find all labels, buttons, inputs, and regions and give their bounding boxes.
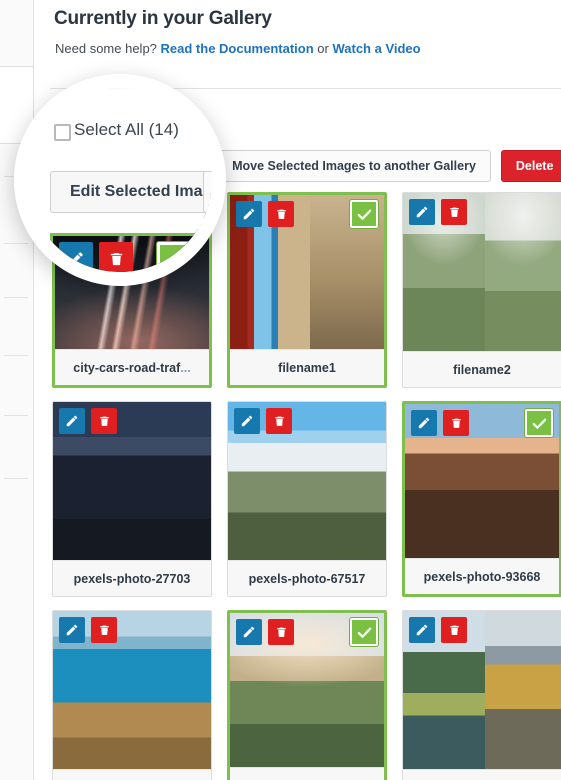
gallery-item-caption: portfolio16_detail1 xyxy=(403,769,561,780)
gallery-item-caption: filename2 xyxy=(403,351,561,387)
gallery-item-caption: filename1 xyxy=(230,349,384,385)
help-conjunction: or xyxy=(317,41,329,56)
trash-icon[interactable] xyxy=(91,408,117,434)
pencil-icon[interactable] xyxy=(236,619,262,645)
trash-icon[interactable] xyxy=(441,199,467,225)
edit-selected-images-button[interactable]: Edit Selected Images xyxy=(52,150,208,182)
gallery-item-thumbnail[interactable] xyxy=(405,404,559,558)
gallery-item-caption: pexels-photo-67517 xyxy=(228,560,386,596)
gallery-item-caption: pexels-photo-27703 xyxy=(53,560,211,596)
pencil-icon[interactable] xyxy=(409,617,435,643)
gallery-item-card[interactable]: Port 14 xyxy=(52,610,212,780)
page-title: Currently in your Gallery xyxy=(54,8,272,29)
sidebar-divider xyxy=(4,243,28,244)
trash-icon[interactable] xyxy=(93,201,119,227)
gallery-item-card[interactable]: pexels-photo-67517 xyxy=(227,401,387,597)
pencil-icon[interactable] xyxy=(236,201,262,227)
gallery-item-card[interactable]: city-cars-road-traf ... xyxy=(52,192,212,388)
gallery-item-thumbnail[interactable] xyxy=(403,611,561,769)
gallery-item-caption: city-cars-road-traf ... xyxy=(55,349,209,385)
watch-video-link[interactable]: Watch a Video xyxy=(332,41,420,56)
trash-icon[interactable] xyxy=(91,617,117,643)
check-icon[interactable] xyxy=(350,618,378,646)
pencil-icon[interactable] xyxy=(409,199,435,225)
trash-icon[interactable] xyxy=(443,410,469,436)
sidebar-divider xyxy=(4,355,28,356)
gallery-item-thumbnail[interactable] xyxy=(53,611,211,769)
sidebar-divider xyxy=(4,478,28,479)
pencil-icon[interactable] xyxy=(61,201,87,227)
help-prefix: Need some help? xyxy=(55,41,157,56)
left-sidebar-rail xyxy=(0,0,34,780)
gallery-grid: city-cars-road-traf ... filename1 filename… xyxy=(52,192,561,780)
select-all-checkbox[interactable] xyxy=(52,112,65,125)
trash-icon[interactable] xyxy=(268,201,294,227)
check-icon[interactable] xyxy=(350,200,378,228)
gallery-page: Currently in your Gallery Need some help… xyxy=(0,0,561,780)
gallery-item-thumbnail[interactable] xyxy=(228,402,386,560)
help-line: Need some help? Read the Documentation o… xyxy=(55,41,421,56)
caption-truncation-indicator: ... xyxy=(180,360,191,375)
pencil-icon[interactable] xyxy=(59,408,85,434)
gallery-item-thumbnail[interactable] xyxy=(230,195,384,349)
thumbnail-art-right xyxy=(485,193,561,351)
gallery-item-card[interactable]: pexels-photo-27703 xyxy=(52,401,212,597)
gallery-item-thumbnail[interactable] xyxy=(53,402,211,560)
gallery-item-card[interactable]: filename2 xyxy=(402,192,561,388)
gallery-item-thumbnail[interactable] xyxy=(55,195,209,349)
gallery-item-card[interactable]: filename1 xyxy=(227,192,387,388)
sidebar-divider xyxy=(4,176,28,177)
pencil-icon[interactable] xyxy=(59,617,85,643)
gallery-item-card[interactable]: pexels-photo-93668 xyxy=(402,401,561,597)
trash-icon[interactable] xyxy=(268,619,294,645)
pencil-icon[interactable] xyxy=(234,408,260,434)
gallery-item-thumbnail[interactable] xyxy=(403,193,561,351)
sidebar-divider xyxy=(4,415,28,416)
pencil-icon[interactable] xyxy=(411,410,437,436)
sidebar-panel-card xyxy=(0,66,34,144)
sidebar-divider xyxy=(4,297,28,298)
delete-selected-images-button[interactable]: Delete xyxy=(500,150,561,182)
thumbnail-art-right xyxy=(485,611,561,769)
main-content: Currently in your Gallery Need some help… xyxy=(34,0,561,780)
select-all-row[interactable]: Select All (14) xyxy=(52,111,152,126)
gallery-item-caption: pexels-photo-93668 xyxy=(405,558,559,594)
move-selected-images-button[interactable]: Move Selected Images to another Gallery xyxy=(217,150,491,182)
read-documentation-link[interactable]: Read the Documentation xyxy=(161,41,314,56)
check-icon[interactable] xyxy=(175,200,203,228)
gallery-item-caption: Port 14 xyxy=(53,769,211,780)
bulk-action-toolbar: Edit Selected Images Move Selected Image… xyxy=(52,150,561,182)
check-icon[interactable] xyxy=(525,409,553,437)
gallery-item-card[interactable]: portfolio16_detail1 xyxy=(402,610,561,780)
toolbar-divider xyxy=(50,88,561,89)
trash-icon[interactable] xyxy=(266,408,292,434)
gallery-item-thumbnail[interactable] xyxy=(230,613,384,767)
trash-icon[interactable] xyxy=(441,617,467,643)
gallery-item-caption: portfolio 17 xyxy=(230,767,384,780)
gallery-item-card[interactable]: portfolio 17 xyxy=(227,610,387,780)
select-all-label: Select All (14) xyxy=(72,111,153,126)
